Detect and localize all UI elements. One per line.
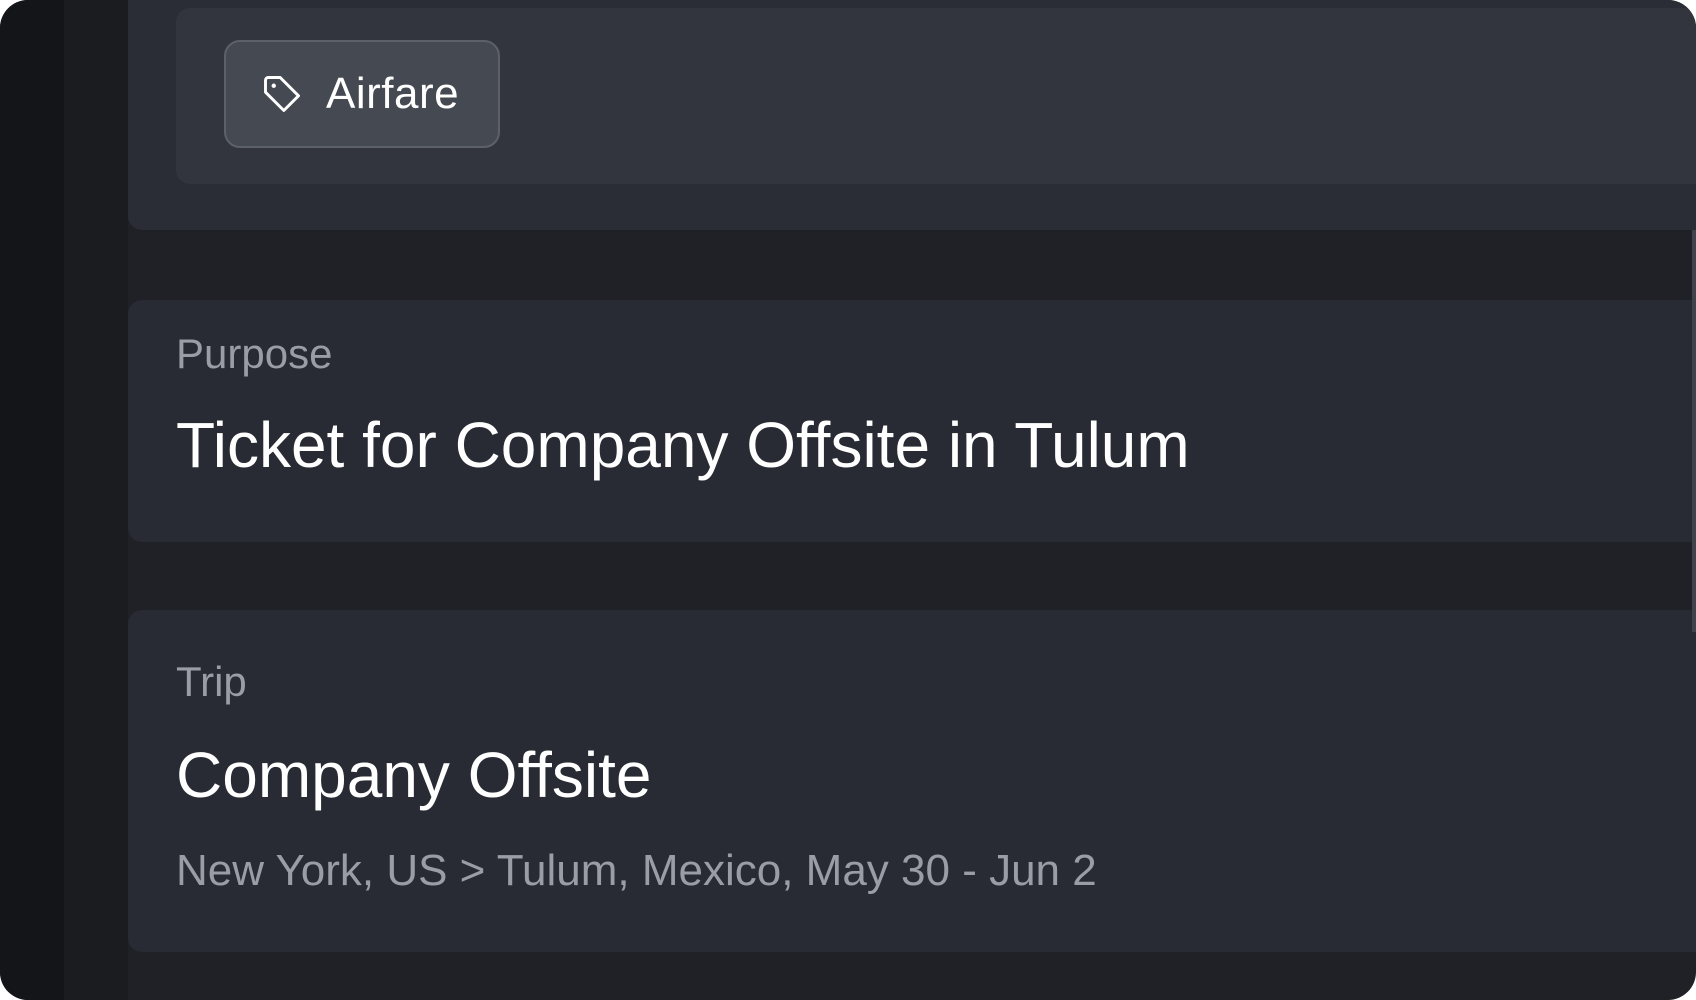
- purpose-value: Ticket for Company Offsite in Tulum: [176, 409, 1190, 481]
- purpose-card[interactable]: Purpose Ticket for Company Offsite in Tu…: [128, 300, 1696, 542]
- tag-icon: [264, 76, 300, 112]
- trip-details: New York, US > Tulum, Mexico, May 30 - J…: [176, 846, 1097, 895]
- category-row: Airfare: [176, 8, 1696, 184]
- trip-label: Trip: [176, 658, 247, 705]
- scroll-edge: [1692, 230, 1696, 632]
- category-chip[interactable]: Airfare: [224, 40, 500, 148]
- trip-card[interactable]: Trip Company Offsite New York, US > Tulu…: [128, 610, 1696, 952]
- left-rail-inner: [64, 0, 128, 1000]
- app-frame: Airfare Purpose Ticket for Company Offsi…: [0, 0, 1696, 1000]
- purpose-label: Purpose: [176, 330, 333, 377]
- left-rail: [0, 0, 64, 1000]
- category-label: Airfare: [326, 69, 460, 118]
- trip-name: Company Offsite: [176, 739, 652, 811]
